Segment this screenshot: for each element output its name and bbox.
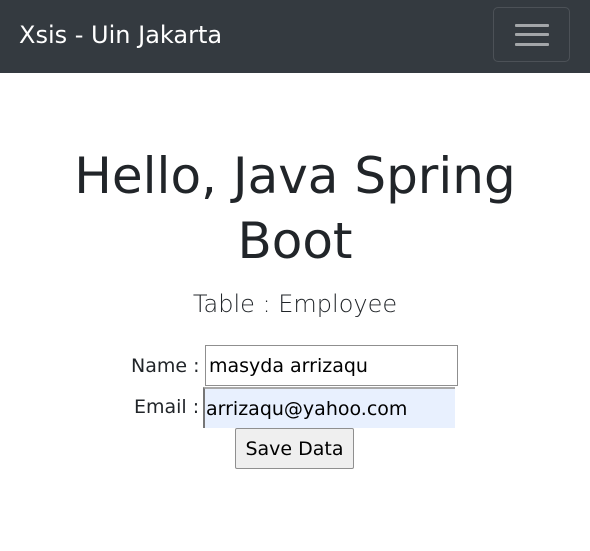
- navbar-brand[interactable]: Xsis - Uin Jakarta: [19, 18, 222, 52]
- name-label: Name :: [131, 355, 200, 377]
- page-title: Hello, Java Spring Boot: [74, 147, 516, 270]
- save-data-button[interactable]: Save Data: [235, 428, 354, 469]
- navbar-toggler-button[interactable]: [493, 7, 570, 62]
- navbar: Xsis - Uin Jakarta: [0, 0, 590, 73]
- page-subtitle: Table : Employee: [192, 290, 398, 318]
- hamburger-menu-icon: [515, 24, 549, 46]
- email-input[interactable]: [203, 387, 455, 428]
- email-label: Email :: [134, 396, 200, 418]
- name-input[interactable]: [205, 345, 458, 386]
